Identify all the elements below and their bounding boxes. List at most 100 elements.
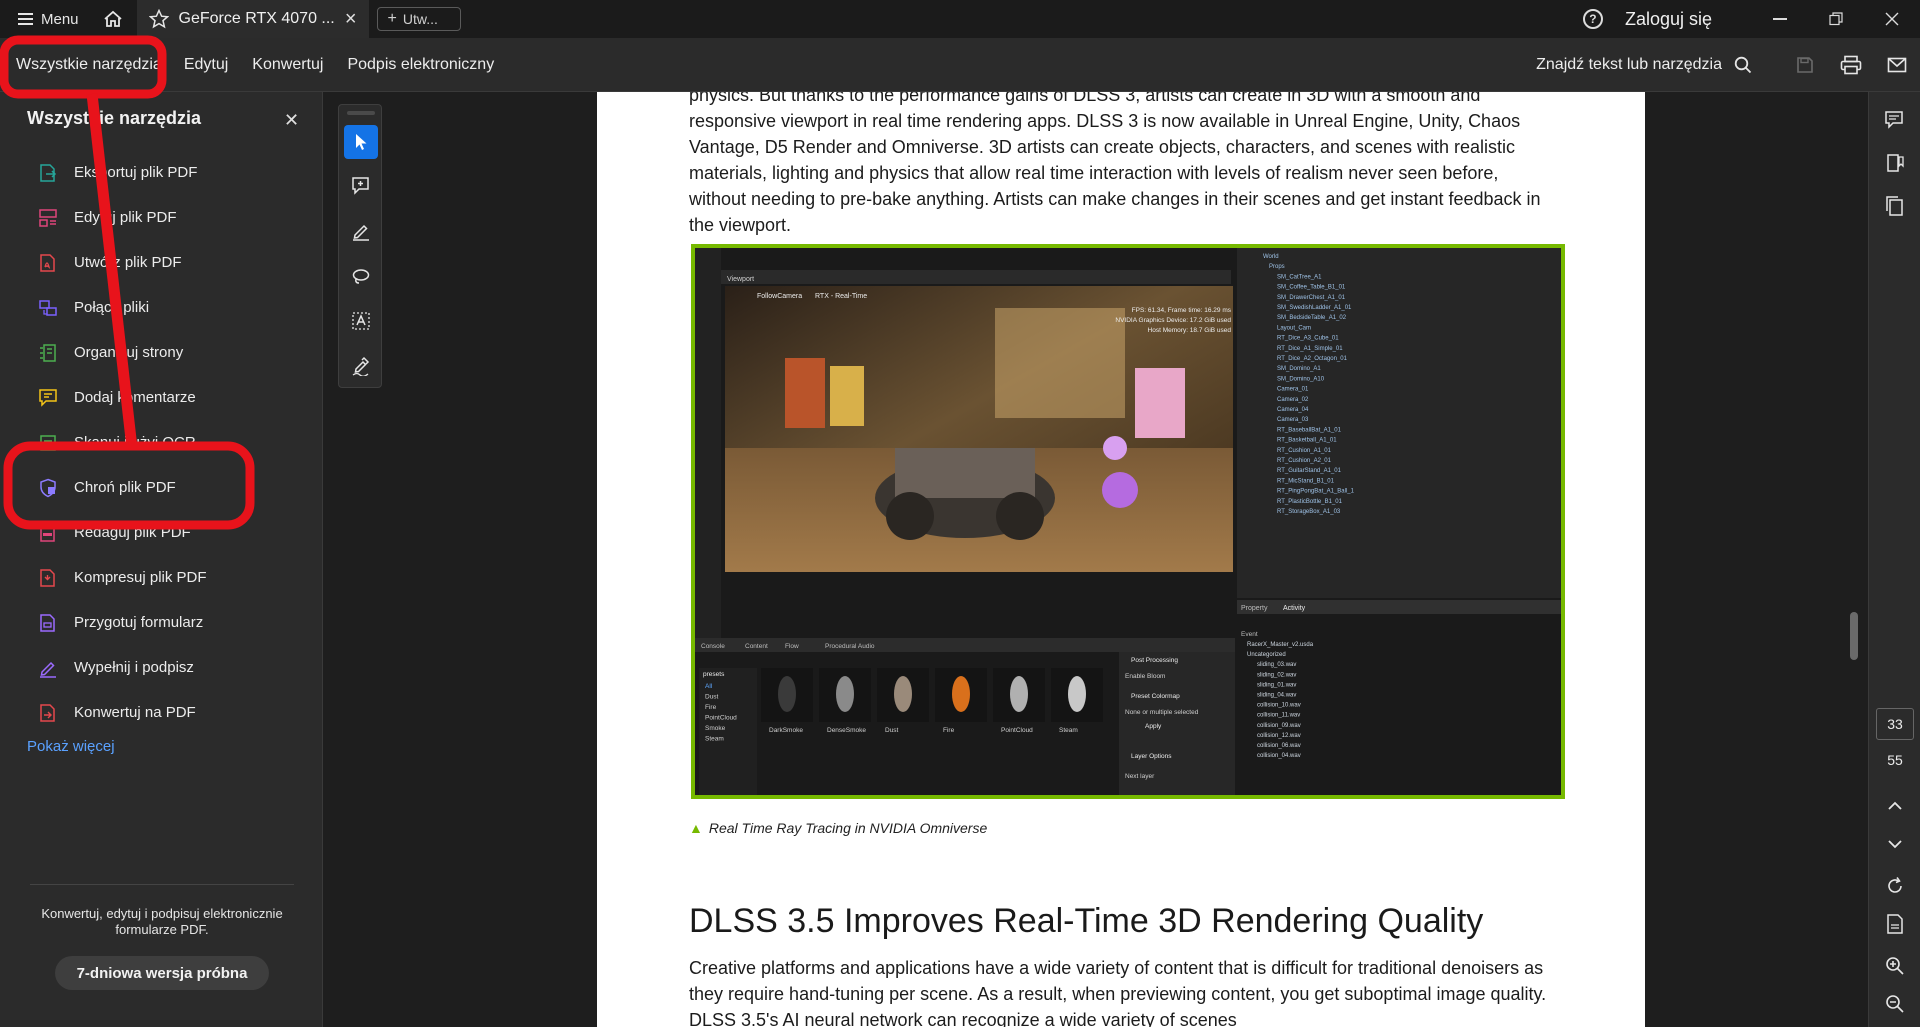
select-tool-button[interactable] [344, 125, 378, 159]
previous-page-button[interactable] [1883, 794, 1907, 818]
stage-tree-item[interactable]: World [1263, 254, 1279, 260]
post-processing-label[interactable]: Post Processing [1131, 657, 1178, 664]
stage-tree-item[interactable]: RT_Dice_A1_Simple_01 [1277, 346, 1343, 352]
close-panel-icon[interactable]: ✕ [284, 110, 299, 131]
event-item[interactable]: sliding_03.wav [1257, 662, 1296, 668]
close-tab-icon[interactable]: × [345, 9, 357, 29]
preset-colormap-label[interactable]: Preset Colormap [1131, 693, 1180, 700]
stage-tree-item[interactable]: Props [1269, 264, 1285, 270]
free-trial-button[interactable]: 7-dniowa wersja próbna [55, 956, 269, 990]
minimize-button[interactable] [1752, 0, 1808, 38]
tool-convert-pdf[interactable]: Konwertuj na PDF [0, 690, 323, 735]
next-page-button[interactable] [1883, 832, 1907, 856]
home-button[interactable] [93, 0, 133, 38]
current-page-input[interactable]: 33 [1876, 708, 1914, 740]
sign-tool[interactable] [344, 349, 378, 383]
comments-panel-button[interactable] [1883, 108, 1907, 132]
tab-convert[interactable]: Konwertuj [240, 38, 335, 92]
add-comment-tool[interactable] [344, 169, 378, 203]
stage-tree-item[interactable]: RT_MicStand_B1_01 [1277, 478, 1335, 484]
help-icon[interactable]: ? [1582, 9, 1603, 29]
preset-item[interactable]: Fire [705, 704, 717, 711]
preset-item[interactable]: Steam [705, 736, 724, 743]
property-tab[interactable]: Property [1241, 605, 1268, 612]
bottom-tab[interactable]: Content [745, 643, 768, 650]
stage-tree-item[interactable]: RT_Dice_A2_Octagon_01 [1277, 356, 1348, 362]
tool-edit-pdf[interactable]: Edytuj plik PDF [0, 195, 323, 240]
bookmarks-panel-button[interactable] [1883, 151, 1907, 175]
pages-panel-button[interactable] [1883, 194, 1907, 218]
document-viewer[interactable]: physics. But thanks to the performance g… [324, 92, 1868, 1027]
stage-tree-item[interactable]: SM_Coffee_Table_B1_01 [1277, 285, 1346, 291]
event-item[interactable]: collision_06.wav [1257, 743, 1301, 749]
render-mode-label[interactable]: RTX - Real-Time [815, 293, 867, 300]
stage-tree-item[interactable]: RT_PlasticBottle_B1_01 [1277, 499, 1343, 505]
event-item[interactable]: Uncategorized [1247, 652, 1286, 658]
tool-combine-files[interactable]: Połącz pliki [0, 285, 323, 330]
star-icon[interactable] [148, 9, 169, 29]
stage-tree-item[interactable]: RT_Dice_A3_Cube_01 [1277, 336, 1339, 342]
page-display-button[interactable] [1883, 912, 1907, 936]
event-item[interactable]: sliding_01.wav [1257, 682, 1296, 688]
zoom-out-button[interactable] [1883, 992, 1907, 1016]
preset-item[interactable]: All [705, 683, 713, 690]
bottom-tab[interactable]: Console [701, 643, 725, 650]
signin-link[interactable]: Zaloguj się [1625, 9, 1712, 30]
stage-tree-item[interactable]: Layout_Cam [1277, 325, 1311, 331]
enable-bloom-label[interactable]: Enable Bloom [1125, 673, 1165, 680]
stage-tree-item[interactable]: SM_DrawerChest_A1_01 [1277, 295, 1346, 301]
stage-tree-item[interactable]: SM_Domino_A1 [1277, 366, 1321, 372]
find-tools-search[interactable]: Znajdź tekst lub narzędzia [1536, 56, 1752, 74]
event-item[interactable]: collision_09.wav [1257, 723, 1301, 729]
tool-scan-ocr[interactable]: Skanuj i użyj OCR [0, 420, 323, 465]
stage-tree-item[interactable]: SM_CatTree_A1 [1277, 274, 1322, 280]
stage-tree-item[interactable]: RT_Basketball_A1_01 [1277, 438, 1337, 444]
bottom-tab[interactable]: Flow [785, 643, 799, 650]
drag-handle[interactable] [347, 111, 375, 115]
event-item[interactable]: collision_12.wav [1257, 733, 1301, 739]
viewport-tab-label[interactable]: Viewport [727, 276, 754, 283]
event-item[interactable]: RacerX_Master_v2.usda [1247, 642, 1314, 648]
document-scrollbar[interactable] [1850, 612, 1858, 660]
tool-create-pdf[interactable]: Utwórz plik PDF [0, 240, 323, 285]
tool-add-comment[interactable]: Dodaj komentarze [0, 375, 323, 420]
show-more-link[interactable]: Pokaż więcej [27, 738, 115, 755]
save-button[interactable] [1782, 38, 1828, 92]
bottom-tab[interactable]: Procedural Audio [825, 643, 875, 650]
menu-button[interactable]: Menu [0, 0, 93, 38]
tool-organize-pages[interactable]: Organizuj strony [0, 330, 323, 375]
text-box-tool[interactable] [344, 304, 378, 338]
tool-prepare-form[interactable]: Przygotuj formularz [0, 600, 323, 645]
event-item[interactable]: collision_11.wav [1257, 713, 1300, 719]
tool-protect-pdf[interactable]: Chroń plik PDF [0, 465, 323, 510]
tool-redact-pdf[interactable]: Redaguj plik PDF [0, 510, 323, 555]
stage-tree-item[interactable]: RT_GuitarStand_A1_01 [1277, 468, 1342, 474]
tab-e-signature[interactable]: Podpis elektroniczny [335, 38, 506, 92]
highlight-tool[interactable] [344, 214, 378, 248]
stage-tree-item[interactable]: RT_Cushion_A1_01 [1277, 448, 1332, 454]
stage-tree-item[interactable]: SM_Domino_A10 [1277, 376, 1325, 382]
preset-item[interactable]: Smoke [705, 725, 726, 732]
activity-tab[interactable]: Activity [1283, 605, 1306, 612]
zoom-in-button[interactable] [1883, 954, 1907, 978]
stage-tree-item[interactable]: RT_StorageBox_A1_03 [1277, 509, 1341, 515]
presets-label[interactable]: presets [703, 671, 725, 678]
tool-export-pdf[interactable]: Eksportuj plik PDF [0, 150, 323, 195]
document-tab[interactable]: GeForce RTX 4070 ... × [136, 0, 369, 38]
restore-button[interactable] [1808, 0, 1864, 38]
new-tab-button[interactable]: + Utw... [376, 7, 461, 31]
tool-compress-pdf[interactable]: Kompresuj plik PDF [0, 555, 323, 600]
tool-fill-sign[interactable]: Wypełnij i podpisz [0, 645, 323, 690]
stage-tree-item[interactable]: Camera_03 [1277, 417, 1309, 423]
event-item[interactable]: sliding_04.wav [1257, 693, 1296, 699]
preset-item[interactable]: Dust [705, 694, 719, 701]
stage-tree-item[interactable]: Camera_04 [1277, 407, 1309, 413]
tab-edit[interactable]: Edytuj [172, 38, 240, 92]
stage-tree-item[interactable]: Camera_02 [1277, 397, 1309, 403]
event-item[interactable]: sliding_02.wav [1257, 672, 1296, 678]
preset-item[interactable]: PointCloud [705, 715, 737, 722]
email-button[interactable] [1874, 38, 1920, 92]
event-item[interactable]: collision_10.wav [1257, 703, 1301, 709]
stage-tree-item[interactable]: SM_SwedishLadder_A1_01 [1277, 305, 1352, 311]
stage-tree-item[interactable]: Camera_01 [1277, 387, 1309, 393]
